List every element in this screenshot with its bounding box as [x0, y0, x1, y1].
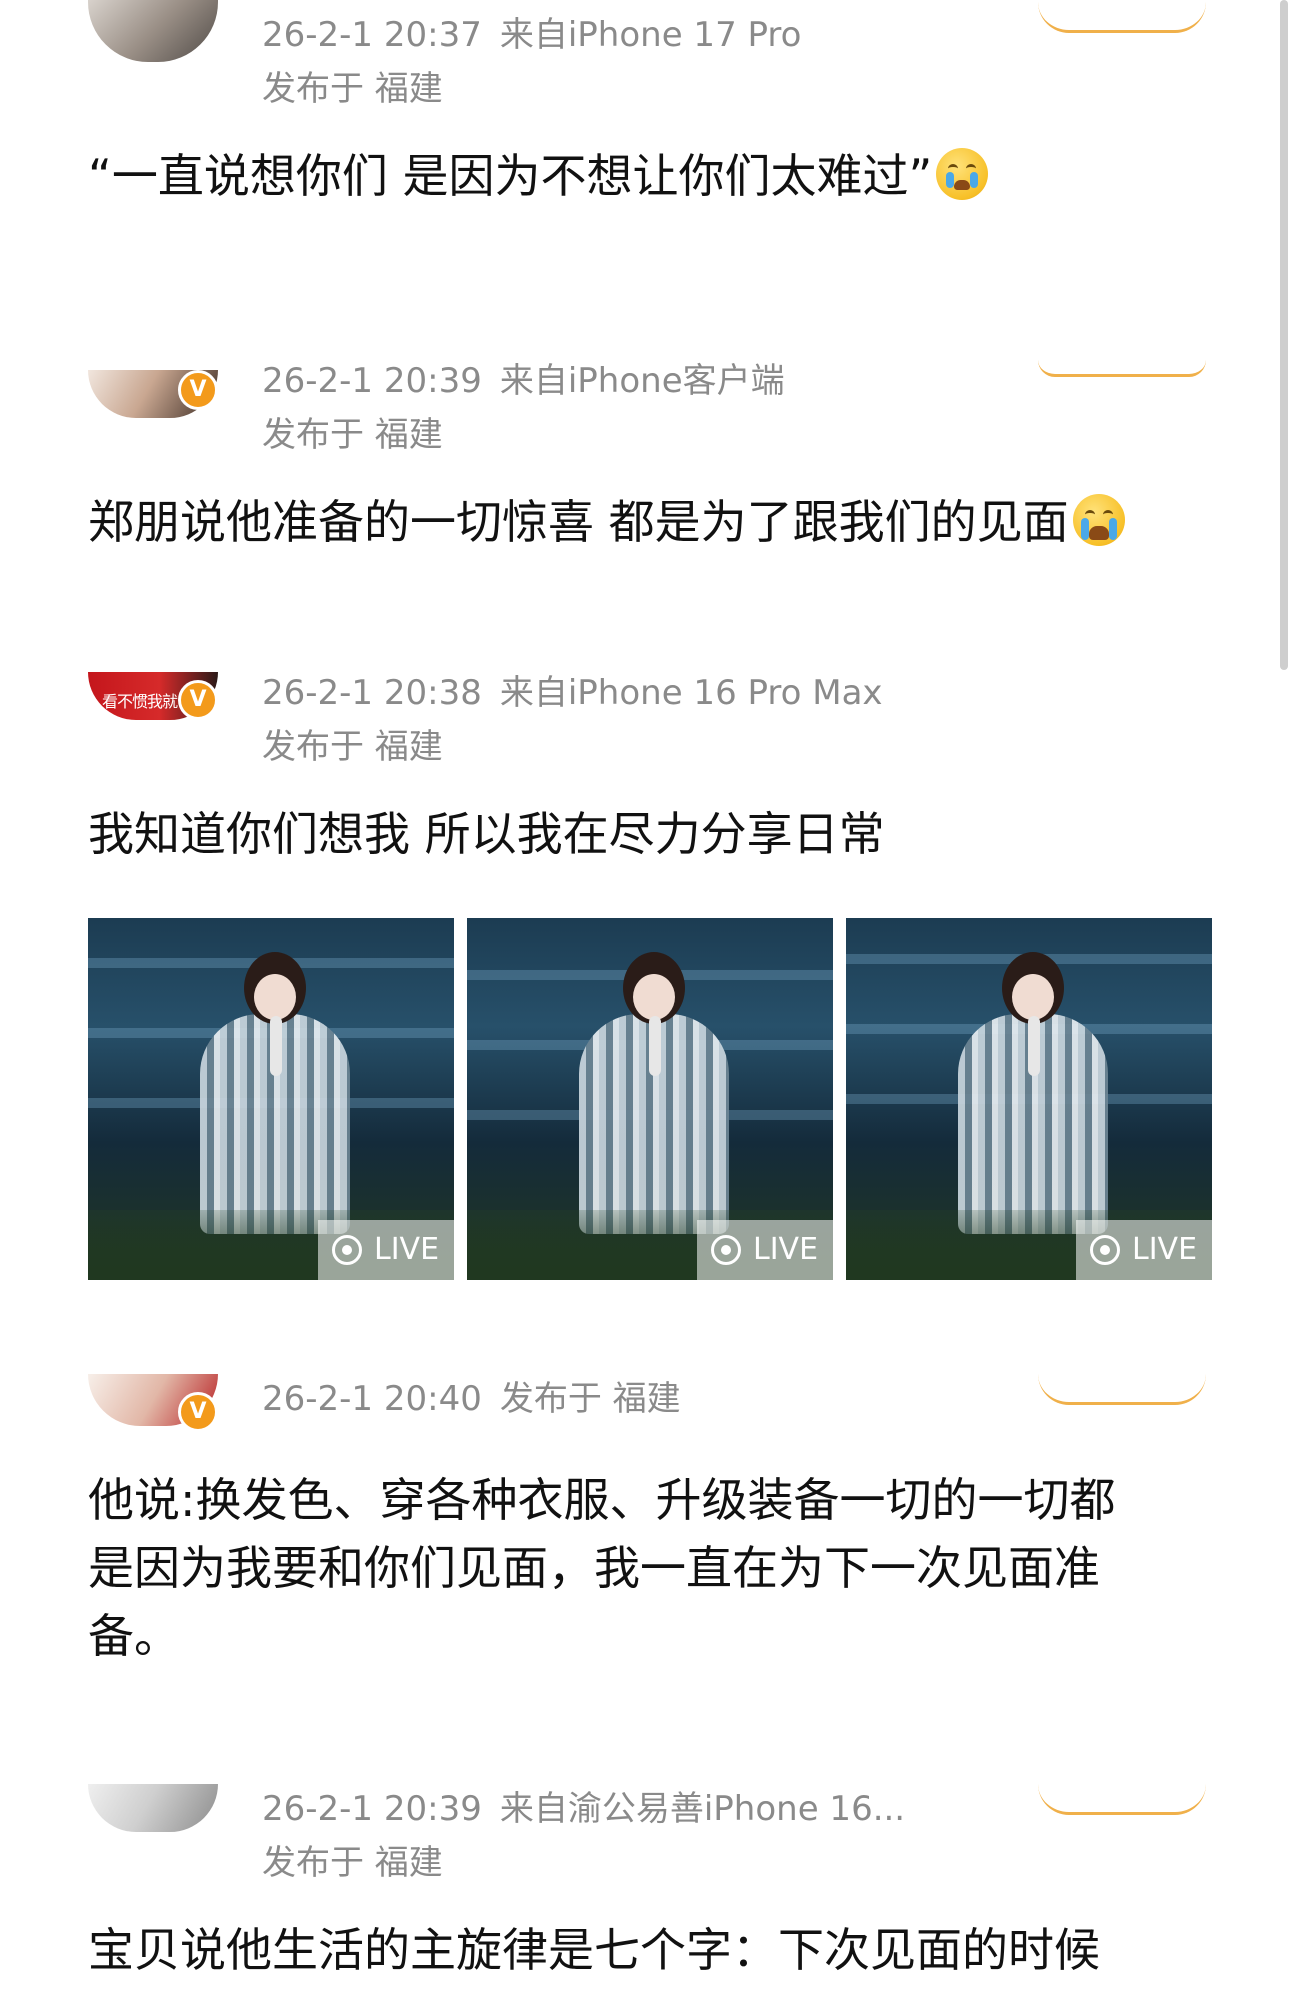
post-meta: 26-2-1 20:39 来自渝公易善iPhone 16... — [262, 1788, 905, 1830]
live-label: LIVE — [1132, 1232, 1198, 1267]
follow-decoration — [1038, 1374, 1206, 1405]
scrollbar[interactable] — [1280, 0, 1288, 670]
post-meta: 26-2-1 20:38 来自iPhone 16 Pro Max — [262, 672, 883, 714]
post-text-body: 我知道你们想我 所以我在尽力分享日常 — [88, 807, 885, 861]
live-photo[interactable]: LIVE — [467, 918, 833, 1280]
live-badge: LIVE — [318, 1220, 454, 1280]
live-icon — [1090, 1235, 1120, 1265]
follow-decoration — [1038, 1784, 1206, 1815]
follow-decoration — [1038, 2, 1206, 33]
post-source: 来自iPhone客户端 — [499, 361, 785, 401]
live-icon — [332, 1235, 362, 1265]
live-badge: LIVE — [1076, 1220, 1212, 1280]
post-location: 发布于 福建 — [262, 415, 443, 455]
post-text-body: 宝贝说他生活的主旋律是七个字：下次见面的时候 — [88, 1923, 1100, 1977]
live-photo[interactable]: LIVE — [88, 918, 454, 1280]
post-meta: 26-2-1 20:39 来自iPhone客户端 — [262, 360, 785, 402]
crying-face-icon — [936, 148, 989, 200]
live-photo[interactable]: LIVE — [846, 918, 1212, 1280]
avatar[interactable] — [88, 1784, 218, 1832]
live-label: LIVE — [374, 1232, 440, 1267]
photo-grid: LIVE LIVE LIVE — [88, 918, 1212, 1280]
post-text: 我知道你们想我 所以我在尽力分享日常 — [88, 800, 1200, 868]
live-icon — [711, 1235, 741, 1265]
post-source: 来自iPhone 16 Pro Max — [499, 673, 883, 713]
post-time: 26-2-1 20:40 — [262, 1379, 482, 1419]
post-time: 26-2-1 20:38 — [262, 673, 482, 713]
post-text: 宝贝说他生活的主旋律是七个字：下次见面的时候 — [88, 1916, 1200, 1984]
avatar[interactable] — [88, 0, 218, 62]
post-location: 发布于 福建 — [499, 1379, 681, 1419]
post-location: 发布于 福建 — [262, 1843, 443, 1883]
live-label: LIVE — [753, 1232, 819, 1267]
post-text-body: 郑朋说他准备的一切惊喜 都是为了跟我们的见面 — [88, 495, 1069, 549]
post-text-line: 他说:换发色、穿各种衣服、升级装备一切的一切都 — [88, 1473, 1116, 1527]
verified-badge-icon: V — [178, 370, 218, 410]
post-meta: 26-2-1 20:40 发布于 福建 — [262, 1378, 681, 1420]
loudly-crying-face-icon — [1072, 494, 1125, 546]
follow-decoration — [1038, 360, 1206, 377]
post-source: 来自iPhone 17 Pro — [499, 15, 802, 55]
post-text-line: 是因为我要和你们见面，我一直在为下一次见面准 — [88, 1541, 1100, 1595]
weibo-feed: 26-2-1 20:37 来自iPhone 17 Pro 发布于 福建 “一直说想… — [0, 0, 1290, 2006]
post-location: 发布于 福建 — [262, 727, 443, 767]
post-text: “一直说想你们 是因为不想让你们太难过” — [88, 142, 1200, 210]
avatar-caption: 看不惯我就 — [102, 692, 178, 711]
post-time: 26-2-1 20:39 — [262, 1789, 482, 1829]
verified-badge-icon: V — [178, 1392, 218, 1432]
post-meta: 26-2-1 20:37 来自iPhone 17 Pro — [262, 14, 801, 56]
verified-badge-icon: V — [178, 680, 218, 720]
post-time: 26-2-1 20:37 — [262, 15, 482, 55]
post-text: 郑朋说他准备的一切惊喜 都是为了跟我们的见面 — [88, 488, 1200, 556]
post-time: 26-2-1 20:39 — [262, 361, 482, 401]
live-badge: LIVE — [697, 1220, 833, 1280]
post-text-line: 备。 — [88, 1609, 180, 1663]
post-text-body: “一直说想你们 是因为不想让你们太难过” — [88, 149, 933, 203]
post-location: 发布于 福建 — [262, 69, 443, 109]
post-text: 他说:换发色、穿各种衣服、升级装备一切的一切都 是因为我要和你们见面，我一直在为… — [88, 1466, 1200, 1670]
post-source: 来自渝公易善iPhone 16... — [499, 1789, 906, 1829]
